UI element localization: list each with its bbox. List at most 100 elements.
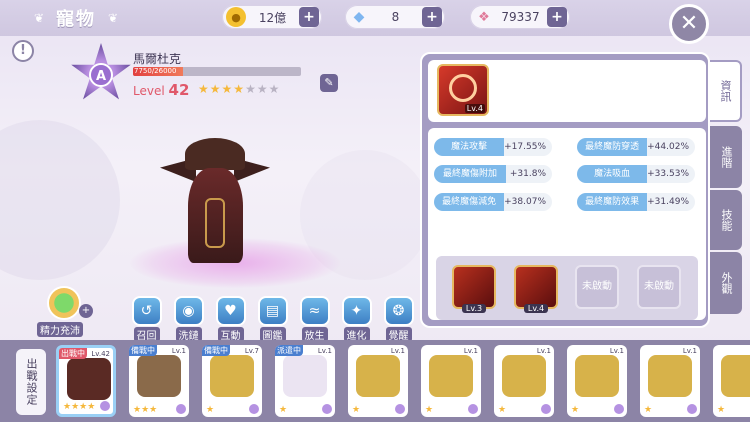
pet-level: Lv.1 <box>171 347 186 355</box>
element-badge-icon <box>468 404 478 414</box>
release-button[interactable]: ≈ 放生 <box>296 296 333 342</box>
element-badge-icon <box>395 404 405 414</box>
stat-row: 魔法吸血 +33.53% <box>577 164 695 184</box>
pet-status-tag: 出戰中 <box>59 348 87 359</box>
pet-card[interactable]: Lv.42 出戰中 ★★★★ <box>56 345 116 417</box>
level-value: 42 <box>168 81 190 99</box>
awaken-button[interactable]: ❂ 覺醒 <box>380 296 417 342</box>
pet-level: Lv.1 <box>609 347 624 355</box>
evolve-icon: ✦ <box>341 296 372 326</box>
pet-card[interactable]: Lv.1 ★ <box>567 345 627 417</box>
crystal-resource: ❖ 79337 + <box>470 5 570 29</box>
pet-stars: ★ <box>644 405 653 415</box>
interact-button[interactable]: ♥ 互動 <box>212 296 249 342</box>
pet-card[interactable]: Lv.1★ <box>494 345 554 417</box>
main-skill-icon[interactable]: Lv.4 <box>437 64 489 116</box>
edit-name-button[interactable]: ✎ <box>320 74 338 92</box>
pet-level: Lv.1 <box>317 347 332 355</box>
background-decoration <box>0 120 120 280</box>
character-hat <box>185 138 245 170</box>
evolve-button[interactable]: ✦ 進化 <box>338 296 375 342</box>
pet-stars: ★ <box>571 405 580 415</box>
book-icon: ▤ <box>257 296 288 326</box>
equip-slot-flame[interactable] <box>514 265 558 309</box>
gold-coin-icon: ● <box>226 7 246 27</box>
energy-status[interactable]: + 精力充沛 <box>37 286 97 337</box>
equip-slot-level: Lv.4 <box>514 304 558 313</box>
page-title: 寵物 <box>56 9 96 30</box>
crystal-value: 79337 <box>501 10 540 24</box>
pet-portrait <box>356 355 400 397</box>
pet-portrait <box>210 355 254 397</box>
pet-card[interactable]: Lv.1★ <box>640 345 700 417</box>
stat-value: +17.55% <box>504 138 552 156</box>
pet-character[interactable] <box>160 138 270 268</box>
energy-label: 精力充沛 <box>37 322 83 337</box>
pet-level: Lv.1 <box>390 347 405 355</box>
main-skill-level: Lv.4 <box>464 104 485 113</box>
pet-card[interactable]: Lv.7 備戰中 ★ <box>202 345 262 417</box>
pet-status-tag: 派遣中 <box>275 345 303 356</box>
element-badge-icon <box>687 404 697 414</box>
star-rating: ★★★★★★★ <box>198 82 280 96</box>
tab-skill[interactable]: 技能 <box>710 190 742 250</box>
diamond-resource: ◆ 8 + <box>345 5 445 29</box>
pet-card[interactable]: Lv.1★ <box>421 345 481 417</box>
stat-name: 最終魔防效果 <box>577 193 648 211</box>
pet-level: Lv.42 <box>91 350 110 358</box>
equip-slot-level: Lv.3 <box>452 304 496 313</box>
add-crystal-button[interactable]: + <box>547 7 567 27</box>
star-icon: ★ <box>209 82 222 96</box>
codex-button[interactable]: ▤ 圖鑑 <box>254 296 291 342</box>
claw-slash-icon <box>449 74 477 102</box>
wash-button[interactable]: ◉ 洗鏈 <box>170 296 207 342</box>
pet-card[interactable]: Lv.1★ <box>713 345 750 417</box>
recall-button[interactable]: ↺ 召回 <box>128 296 165 342</box>
star-icon: ★ <box>268 82 281 96</box>
element-badge-icon <box>322 404 332 414</box>
wing-right-icon: ❦ <box>107 11 119 25</box>
add-gold-button[interactable]: + <box>299 7 319 27</box>
title-bar: ❦ 寵物 ❦ <box>30 4 122 32</box>
pet-stars: ★ <box>425 405 434 415</box>
add-diamond-button[interactable]: + <box>422 7 442 27</box>
equip-slot-locked[interactable]: 未啟動 <box>637 265 681 309</box>
pet-name: 馬爾杜克 <box>133 52 182 66</box>
summon-icon: ↺ <box>131 296 162 326</box>
add-energy-button[interactable]: + <box>79 304 93 318</box>
star-icon: ★ <box>245 82 257 96</box>
close-button[interactable]: ✕ <box>669 4 709 44</box>
diamond-icon: ◆ <box>353 9 365 25</box>
pet-stars: ★ <box>717 405 726 415</box>
pet-stars: ★ <box>279 405 288 415</box>
smile-face-icon <box>47 286 81 320</box>
pet-card[interactable]: Lv.1 ★ <box>348 345 408 417</box>
pet-stars: ★ <box>352 405 361 415</box>
pet-portrait <box>575 355 619 397</box>
info-icon[interactable]: ! <box>12 40 34 62</box>
element-badge-icon <box>614 404 624 414</box>
pet-stars: ★ <box>206 405 215 415</box>
pet-status-tag: 備戰中 <box>129 345 157 356</box>
action-bar: ↺ 召回 ◉ 洗鏈 ♥ 互動 ▤ 圖鑑 ≈ 放生 ✦ 進化 ❂ 覺醒 <box>128 296 417 342</box>
pet-card[interactable]: Lv.1 備戰中 ★★★ <box>129 345 189 417</box>
star-icon: ★ <box>233 82 246 96</box>
interact-icon: ♥ <box>215 296 246 326</box>
feather-crystal-icon: ❖ <box>478 9 490 25</box>
tab-info[interactable]: 資訊 <box>710 60 742 122</box>
battle-setting-button[interactable]: 出戰設定 <box>16 349 46 415</box>
equip-slot-fire[interactable] <box>452 265 496 309</box>
element-badge-icon <box>541 404 551 414</box>
tab-appearance[interactable]: 外觀 <box>710 252 742 314</box>
stat-row: 最終魔防效果 +31.49% <box>577 192 695 212</box>
star-icon: ★ <box>256 82 269 96</box>
element-badge-icon <box>176 404 186 414</box>
stat-name: 魔法吸血 <box>577 165 648 183</box>
equip-slot-locked[interactable]: 未啟動 <box>575 265 619 309</box>
star-icon: ★ <box>221 82 234 96</box>
pet-card[interactable]: Lv.1 派遣中 ★ <box>275 345 335 417</box>
gold-value: 12億 <box>258 10 287 25</box>
pet-level: Level 42 <box>133 81 189 99</box>
stat-row: 最終魔傷減免 +38.07% <box>434 192 552 212</box>
tab-advance[interactable]: 進階 <box>710 126 742 188</box>
